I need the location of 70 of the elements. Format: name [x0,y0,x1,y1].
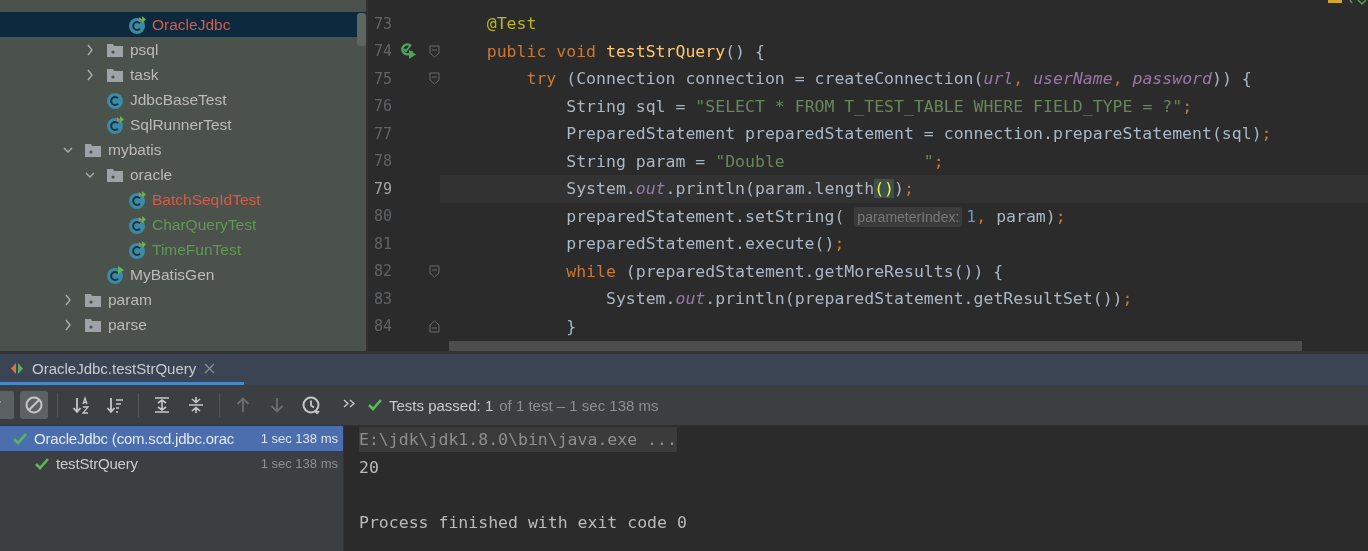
class-run-icon [128,15,146,34]
class-run-icon [128,190,146,209]
code-line: preparedStatement.setString( parameterIndex: 1, param); [565,206,1066,226]
class-run-icon [128,215,146,234]
code-line: String param = "Double "; [565,151,944,171]
tree-item-label: OracleJdbc [152,15,231,34]
test-name: OracleJdbc (com.scd.jdbc.orac [34,430,235,447]
tree-item-label[interactable]: TimeFunTest [152,240,241,259]
line-number: 84 [372,317,392,336]
line-number: 78 [372,152,392,171]
code-line: preparedStatement.execute(); [565,234,845,254]
code-line: System.out.println(param.length()); [565,179,914,199]
class-icon [106,90,124,109]
run-config-icon [10,361,24,375]
class-run-icon [106,115,124,134]
console-output: 20 [359,457,379,477]
test-summary-detail: of 1 test – 1 sec 138 ms [499,396,659,414]
test-tree-row[interactable]: testStrQuery 1 sec 138 ms [0,451,343,476]
tree-item-label[interactable]: task [130,65,159,84]
fold-icon[interactable] [429,319,440,333]
test-duration: 1 sec 138 ms [260,456,338,471]
inspection-icon[interactable] [1328,0,1368,6]
tree-item-label[interactable]: MyBatisGen [130,265,215,284]
tree-item-label[interactable]: JdbcBaseTest [130,90,227,109]
scrollbar-thumb[interactable] [357,13,366,46]
selected-tree-row[interactable]: OracleJdbc [0,12,366,37]
run-test-icon[interactable] [400,42,416,61]
tree-item-label[interactable]: SqlRunnerTest [130,115,232,134]
line-number: 79 [372,179,392,198]
fold-icon[interactable] [429,72,440,86]
tree-item-label[interactable]: mybatis [108,140,162,159]
folder-icon [84,291,102,308]
close-icon[interactable] [204,362,216,374]
line-number: 81 [372,234,392,253]
code-line: String sql = "SELECT * FROM T_TEST_TABLE WHERE FIELD_TYPE = ?"; [565,96,1193,116]
code-line: PreparedStatement preparedStatement = connection.prepareStatement(sql); [565,124,1272,144]
code-line: while (preparedStatement.getMoreResults()) { [565,261,1004,281]
folder-icon [84,141,102,158]
fold-icon[interactable] [429,264,440,278]
tree-item-label[interactable]: param [108,290,152,309]
line-number: 74 [372,42,392,61]
folder-icon [84,316,102,333]
code-line: public void testStrQuery() { [485,41,765,61]
code-line: @Test [485,14,537,34]
code-line: } [565,316,577,336]
class-run-icon [128,240,146,259]
test-duration: 1 sec 138 ms [260,431,338,446]
test-summary: Tests passed: 1 [389,396,494,414]
tree-item-label[interactable]: oracle [130,165,173,184]
console-output: Process finished with exit code 0 [359,512,687,532]
test-name: testStrQuery [56,455,138,472]
line-number: 75 [372,69,392,88]
code-line: try (Connection connection = createConnection(url, userName, password)) { [525,69,1252,89]
line-number: 73 [372,14,392,33]
tree-item-label[interactable]: parse [108,315,147,334]
tree-item-label[interactable]: CharQueryTest [152,215,257,234]
scrollbar-thumb[interactable] [449,341,1302,351]
line-number: 76 [372,97,392,116]
code-line: System.out.println(preparedStatement.getResultSet()); [604,289,1133,309]
line-number: 82 [372,262,392,281]
line-number: 77 [372,124,392,143]
test-tree-row[interactable]: OracleJdbc (com.scd.jdbc.orac 1 sec 138 ms [0,426,343,451]
class-run-icon [106,265,124,284]
folder-icon [106,66,124,83]
fold-icon[interactable] [429,44,440,58]
line-number: 83 [372,289,392,308]
folder-icon [106,166,124,183]
line-number: 80 [372,207,392,226]
folder-icon [106,41,124,58]
tree-item-label[interactable]: psql [130,40,159,59]
